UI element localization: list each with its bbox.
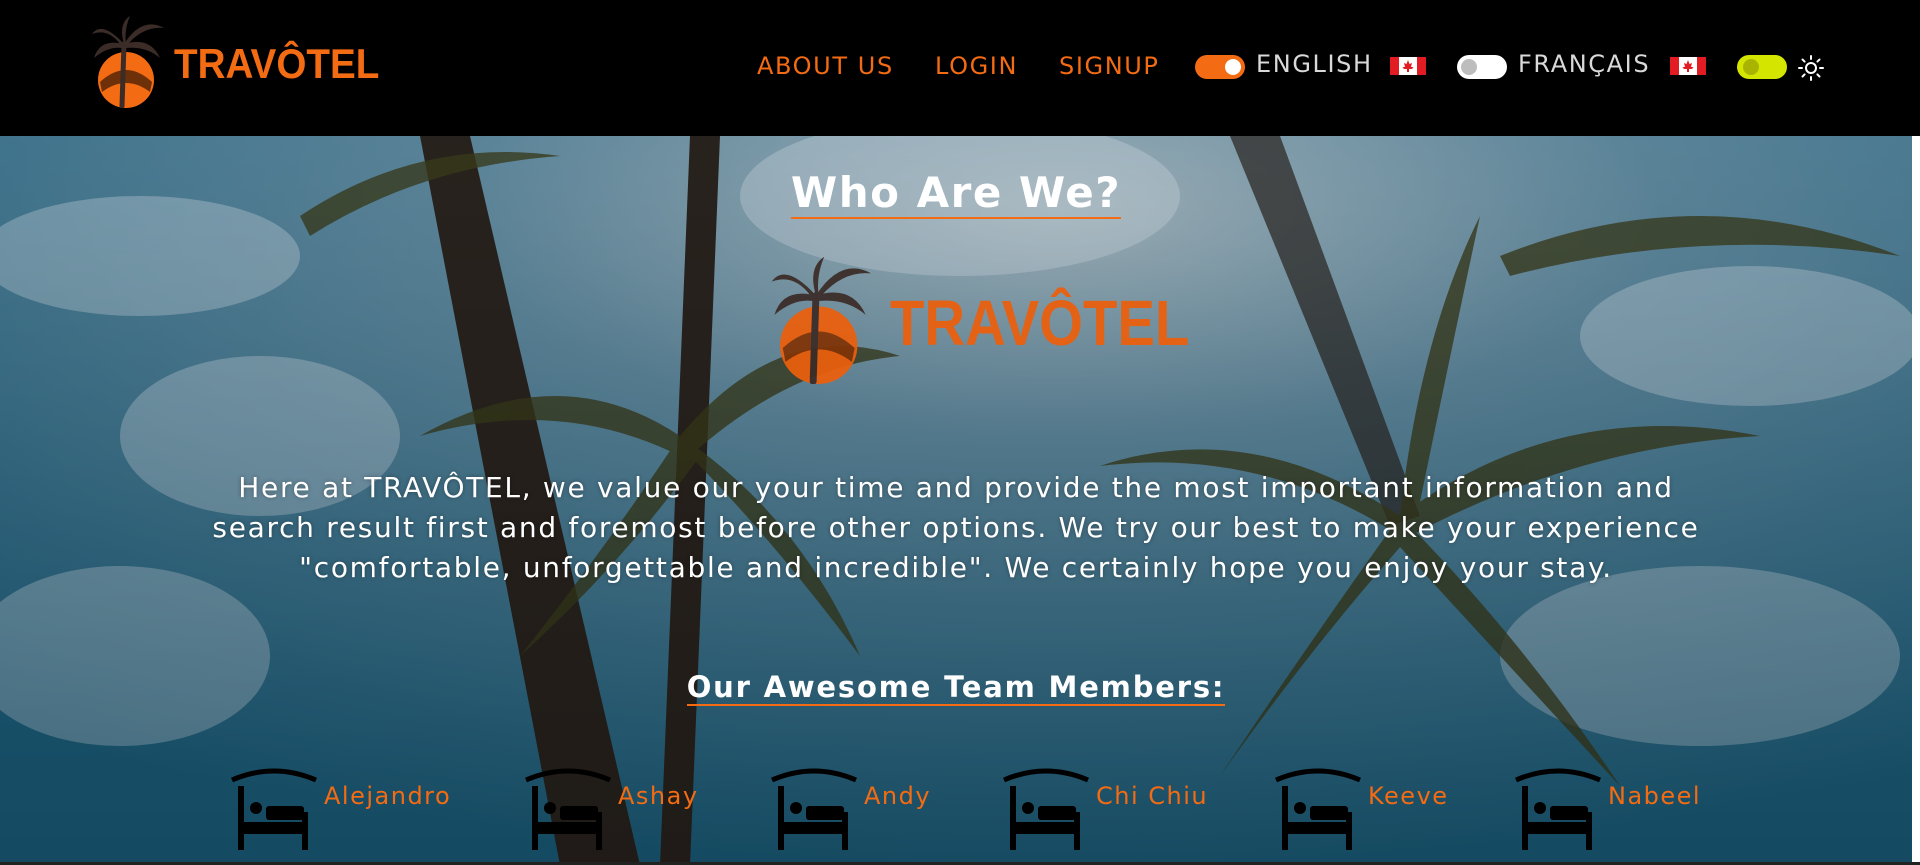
team-member-name: Keeve [1368,782,1449,810]
top-navbar: TRAVÔTEL ABOUT US LOGIN SIGNUP ENGLISH F… [0,0,1920,136]
about-intro-text: Here at TRAVÔTEL, we value our your time… [212,471,1700,584]
bed-icon [771,768,857,850]
about-brand-logo: TRAVÔTEL [766,254,1189,384]
english-label: ENGLISH [1256,50,1373,78]
palm-tree-logo-icon [92,16,164,108]
theme-toggle-knob [1743,59,1759,75]
sun-icon[interactable] [1798,55,1824,81]
english-toggle[interactable] [1195,55,1245,79]
nav-link-login[interactable]: LOGIN [935,52,1018,80]
bed-icon [1275,768,1361,850]
team-member-name: Ashay [618,782,699,810]
canada-flag-icon [1670,57,1706,75]
about-title: Who Are We? [0,168,1912,219]
canada-flag-icon [1390,57,1426,75]
palm-tree-logo-icon [771,256,872,384]
about-title-text: Who Are We? [790,168,1122,219]
bed-icon [231,768,317,850]
nav-link-signup[interactable]: SIGNUP [1059,52,1160,80]
team-title-text: Our Awesome Team Members: [686,670,1226,706]
about-brand-name: TRAVÔTEL [890,287,1190,359]
french-toggle-knob [1461,59,1477,75]
team-member-name: Alejandro [324,782,452,810]
team-title: Our Awesome Team Members: [0,670,1912,706]
team-member-name: Chi Chiu [1096,782,1209,810]
english-toggle-knob [1225,59,1241,75]
team-member-name: Nabeel [1608,782,1702,810]
page-edge [1912,136,1920,865]
bed-icon [525,768,611,850]
bed-icon [1003,768,1089,850]
brand-logo[interactable]: TRAVÔTEL [92,14,379,108]
theme-toggle[interactable] [1737,55,1787,79]
nav-link-about-us[interactable]: ABOUT US [757,52,894,80]
bed-icon [1515,768,1601,850]
brand-name: TRAVÔTEL [174,40,380,87]
team-member-name: Andy [864,782,932,810]
signup-label: SIGNUP [1059,52,1160,80]
login-label: LOGIN [935,52,1019,80]
french-toggle[interactable] [1457,55,1507,79]
about-us-label: ABOUT US [757,52,894,80]
about-section: Who Are We? TRAVÔTEL Here at TRAVÔTEL, w… [0,136,1920,865]
french-label: FRANÇAIS [1518,50,1651,78]
